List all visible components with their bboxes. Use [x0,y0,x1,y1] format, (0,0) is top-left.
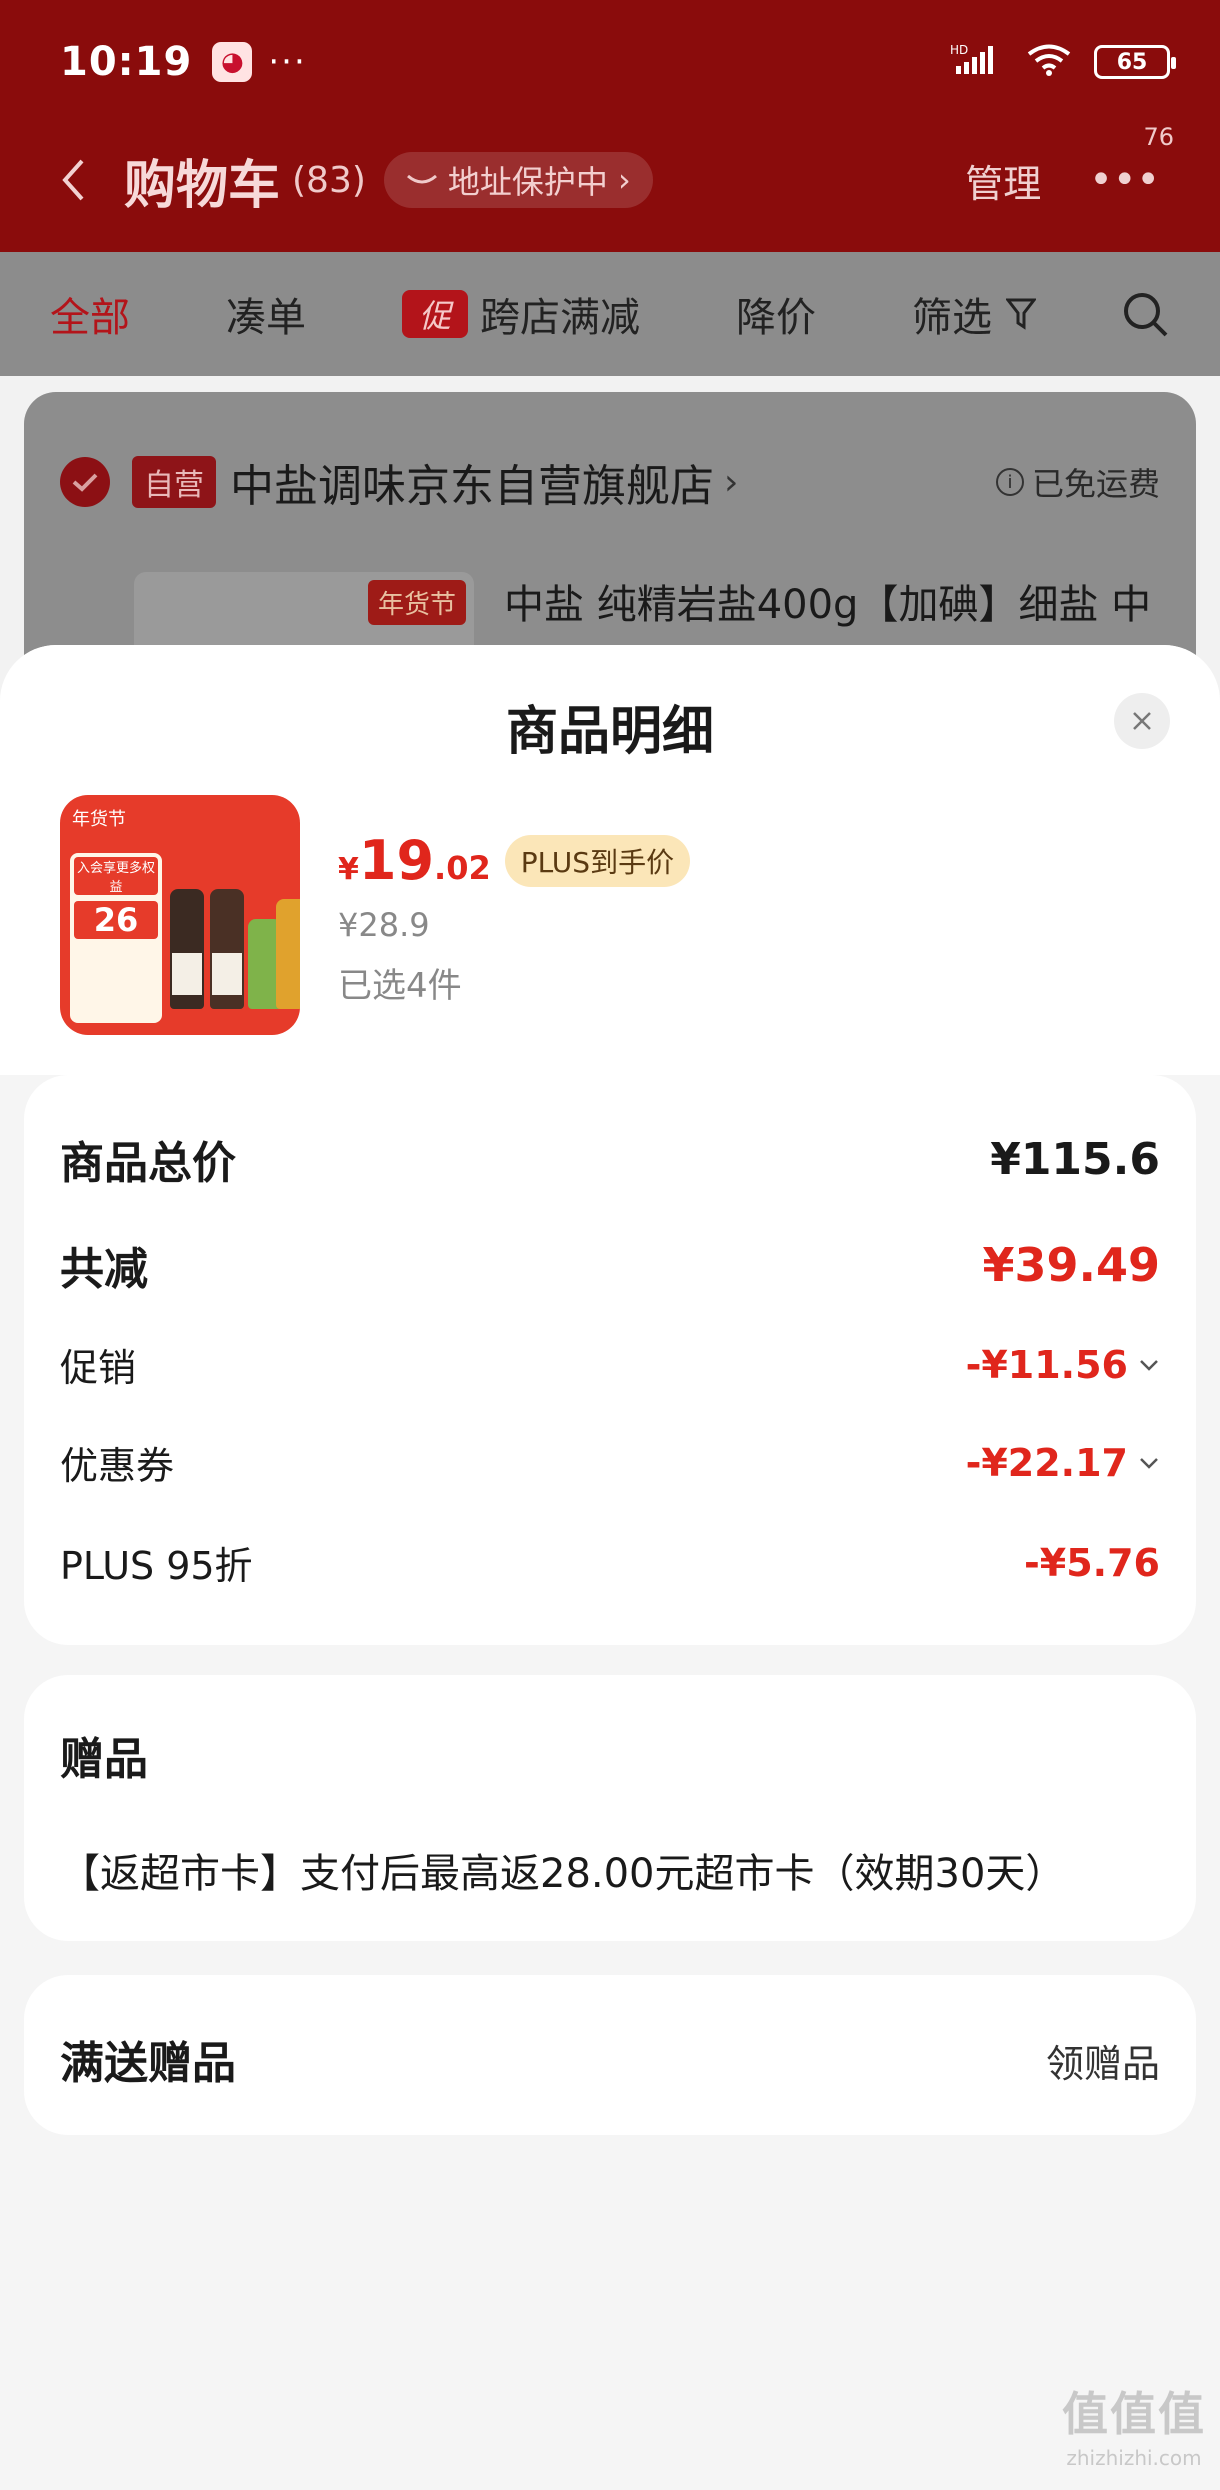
clock: 10:19 [60,39,193,85]
tab-all[interactable]: 全部 [50,285,130,343]
price-breakdown-card: 商品总价 ¥115.6 共减 ¥39.49 促销 -¥11.56 优惠券 -¥2… [24,1075,1196,1645]
plus-discount-row: PLUS 95折 -¥5.76 [60,1535,1160,1590]
svg-text:HD: HD [950,43,968,57]
more-button[interactable]: ••• 76 [1089,123,1174,203]
total-reduction-value: ¥39.49 [982,1238,1160,1292]
app-notification-icon: ◕ [212,42,253,82]
promotion-row[interactable]: 促销 -¥11.56 [60,1337,1160,1392]
watermark-logo: 值值值 [1062,2387,1206,2441]
price-integer: 19 [358,829,435,892]
more-dots-icon: ••• [1089,157,1160,203]
promotion-label: 促销 [60,1346,137,1390]
back-arrow-icon[interactable] [60,156,90,204]
store-name[interactable]: 中盐调味京东自营旗舰店 [230,450,714,514]
plus-price-badge: PLUS到手价 [504,834,691,887]
plus-price: ¥ 19 .02 PLUS到手价 [338,829,691,892]
message-count-badge: 76 [1143,123,1174,151]
total-price-row: 商品总价 ¥115.6 [60,1127,1160,1191]
product-image[interactable]: 年货节 入会享更多权益 26 [60,795,300,1035]
price-decimal: .02 [434,849,491,887]
eye-closed-icon [406,174,437,184]
price-area: ¥ 19 .02 PLUS到手价 ¥28.9 已选4件 [338,829,691,1007]
claim-gift-button[interactable]: 领赠品 [1046,2033,1160,2088]
tab-cross-store-label: 跨店满减 [480,295,640,341]
image-promo-panel: 入会享更多权益 26 [70,853,162,1023]
image-panel-title: 入会享更多权益 [74,857,158,895]
vinegar-bottle [276,899,300,1009]
gift-description: 【返超市卡】支付后最高返28.00元超市卡（效期30天） [60,1851,1066,1897]
selected-count: 已选4件 [338,966,462,1006]
tab-filter-label: 筛选 [912,295,992,341]
coupon-label: 优惠券 [60,1444,175,1488]
tab-filter[interactable]: 筛选 [912,285,1036,343]
check-icon [72,473,98,492]
coupon-value: -¥22.17 [965,1440,1128,1485]
free-shipping-status: i 已免运费 [995,459,1160,505]
manage-button[interactable]: 管理 [965,153,1041,208]
hd-signal-icon: HD [950,42,1004,83]
product-detail-sheet: 商品明细 年货节 入会享更多权益 26 ¥ 19 .02 PLUS到手价 ¥28… [0,645,1220,2490]
gift-title: 赠品 [60,1734,148,1785]
image-new-year-text: 年货节 [72,809,126,830]
full-gift-title: 满送赠品 [60,2038,236,2089]
image-panel-value: 26 [74,901,158,939]
chevron-right-icon: › [724,461,739,503]
address-protection-pill[interactable]: 地址保护中 › [383,152,653,208]
product-title[interactable]: 中盐 纯精岩盐400g【加碘】细盐 中 [504,572,1156,630]
cart-page-background: 10:19 ◕ ··· HD 65 购物车 (83) 地址保护中 › 管理 ••… [0,0,1220,722]
full-gift-card: 满送赠品 领赠品 [24,1975,1196,2135]
promotion-value: -¥11.56 [965,1342,1128,1387]
gift-card: 赠品 【返超市卡】支付后最高返28.00元超市卡（效期30天） [24,1675,1196,1941]
search-icon[interactable] [1120,289,1170,339]
tab-cross-store[interactable]: 促 跨店满减 [402,285,640,343]
image-top-banner: 年货节 [72,805,288,841]
self-operated-tag: 自营 [132,456,216,508]
currency-symbol: ¥ [338,852,359,887]
free-shipping-label: 已免运费 [1031,465,1160,503]
wifi-icon [1026,43,1072,81]
tab-combine[interactable]: 凑单 [226,285,306,343]
filter-funnel-icon [1006,298,1036,330]
more-notifications-icon: ··· [268,42,307,82]
close-button[interactable] [1114,693,1170,749]
chevron-down-icon[interactable] [1138,1452,1160,1474]
bottle-label [172,953,202,995]
total-price-value: ¥115.6 [990,1133,1160,1185]
sheet-header: 商品明细 [0,645,1220,795]
address-protection-label: 地址保护中 [447,163,608,201]
status-bar: 10:19 ◕ ··· HD 65 购物车 (83) 地址保护中 › 管理 ••… [0,0,1220,252]
total-reduction-row: 共减 ¥39.49 [60,1233,1160,1297]
tab-price-drop[interactable]: 降价 [736,285,816,343]
promo-tag: 促 [402,290,468,338]
cart-count: (83) [292,159,366,201]
plus-discount-label: PLUS 95折 [60,1544,253,1588]
chevron-down-icon[interactable] [1138,1354,1160,1376]
site-watermark: 值值值 zhizhizhi.com [1062,2378,1206,2470]
plus-discount-value: -¥5.76 [1024,1540,1160,1585]
close-icon [1133,712,1151,730]
info-icon: i [995,468,1024,496]
total-reduction-label: 共减 [60,1244,148,1295]
product-summary: 年货节 入会享更多权益 26 ¥ 19 .02 PLUS到手价 ¥28.9 已选… [0,795,1220,1075]
battery-icon: 65 [1094,45,1176,79]
store-checkbox[interactable] [60,457,110,507]
chevron-right-icon: › [617,161,631,199]
page-title: 购物车 [124,155,281,216]
sheet-title: 商品明细 [505,702,714,762]
total-price-label: 商品总价 [60,1138,236,1189]
bottle-label [212,953,242,995]
coupon-row[interactable]: 优惠券 -¥22.17 [60,1435,1160,1490]
new-year-tag: 年货节 [367,580,466,625]
filter-tabs: 全部 凑单 促 跨店满减 降价 筛选 [0,252,1220,376]
watermark-url: zhizhizhi.com [1066,2446,1202,2470]
original-price: ¥28.9 [338,906,430,944]
